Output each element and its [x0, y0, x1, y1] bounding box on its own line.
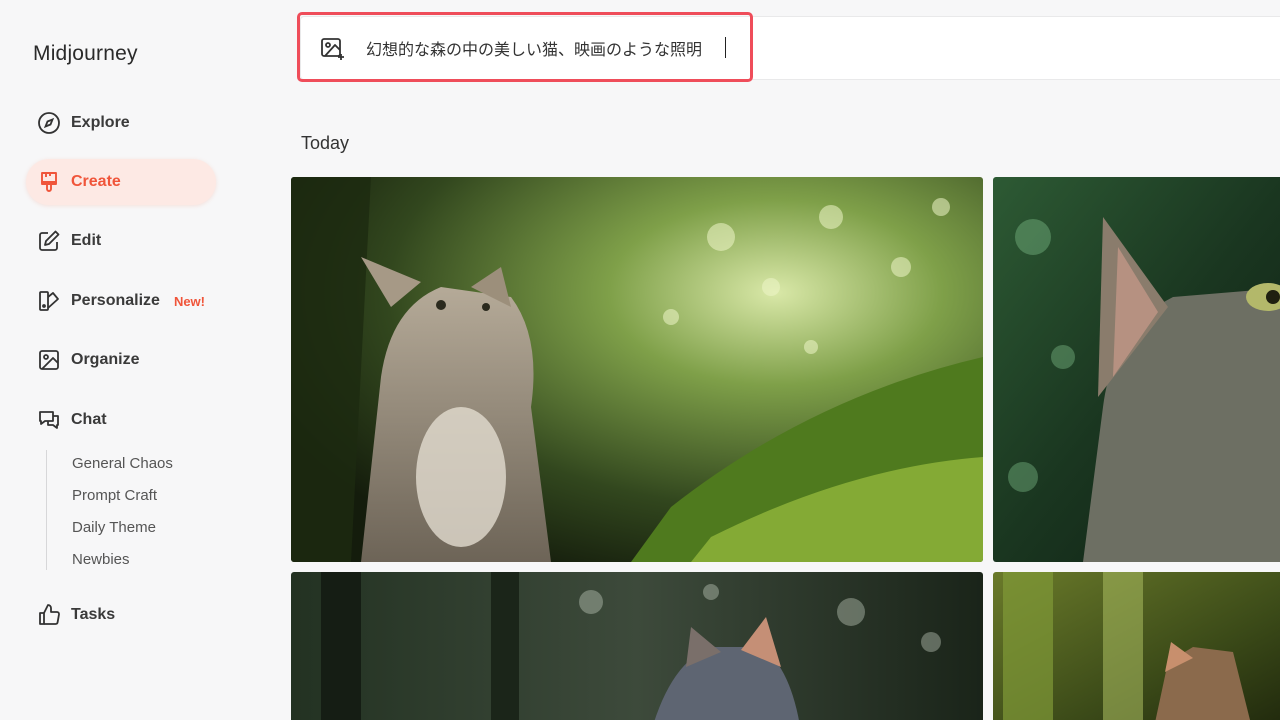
nav-create-label: Create [71, 173, 121, 190]
gallery-image[interactable] [993, 177, 1280, 562]
thumbs-up-icon [36, 602, 62, 628]
gallery-image[interactable] [291, 572, 983, 720]
gallery-image[interactable] [291, 177, 983, 562]
compass-icon [36, 110, 62, 136]
chat-channel-newbies[interactable]: Newbies [72, 551, 130, 568]
nav-personalize[interactable]: Personalize New! [26, 278, 216, 324]
nav-chat[interactable]: Chat [26, 397, 216, 443]
edit-icon [36, 228, 62, 254]
brand-logo[interactable]: Midjourney [33, 42, 138, 66]
nav-tasks[interactable]: Tasks [26, 592, 216, 638]
chat-channel-general-chaos[interactable]: General Chaos [72, 455, 173, 472]
chat-tree-line [46, 450, 47, 570]
sidebar: Midjourney Explore Create Edit Personali… [0, 0, 260, 720]
prompt-input[interactable] [366, 36, 746, 60]
nav-create[interactable]: Create [26, 159, 216, 205]
gallery-image[interactable] [993, 572, 1280, 720]
image-icon [36, 347, 62, 373]
palette-icon [36, 288, 62, 314]
brush-icon [36, 169, 62, 195]
chat-channel-daily-theme[interactable]: Daily Theme [72, 519, 156, 536]
nav-explore-label: Explore [71, 114, 130, 131]
add-image-icon[interactable] [320, 36, 346, 62]
nav-chat-label: Chat [71, 411, 107, 428]
new-badge: New! [173, 293, 205, 309]
nav-organize[interactable]: Organize [26, 337, 216, 383]
nav-edit[interactable]: Edit [26, 218, 216, 264]
app: Midjourney Explore Create Edit Personali… [0, 0, 1280, 720]
nav-personalize-label: Personalize [71, 292, 160, 309]
nav-organize-label: Organize [71, 351, 140, 368]
text-caret [725, 37, 726, 58]
nav-edit-label: Edit [71, 232, 102, 249]
chat-channel-prompt-craft[interactable]: Prompt Craft [72, 487, 157, 504]
nav-tasks-label: Tasks [71, 606, 116, 623]
nav-explore[interactable]: Explore [26, 100, 216, 146]
chat-icon [36, 407, 62, 433]
section-title-today: Today [301, 133, 350, 153]
